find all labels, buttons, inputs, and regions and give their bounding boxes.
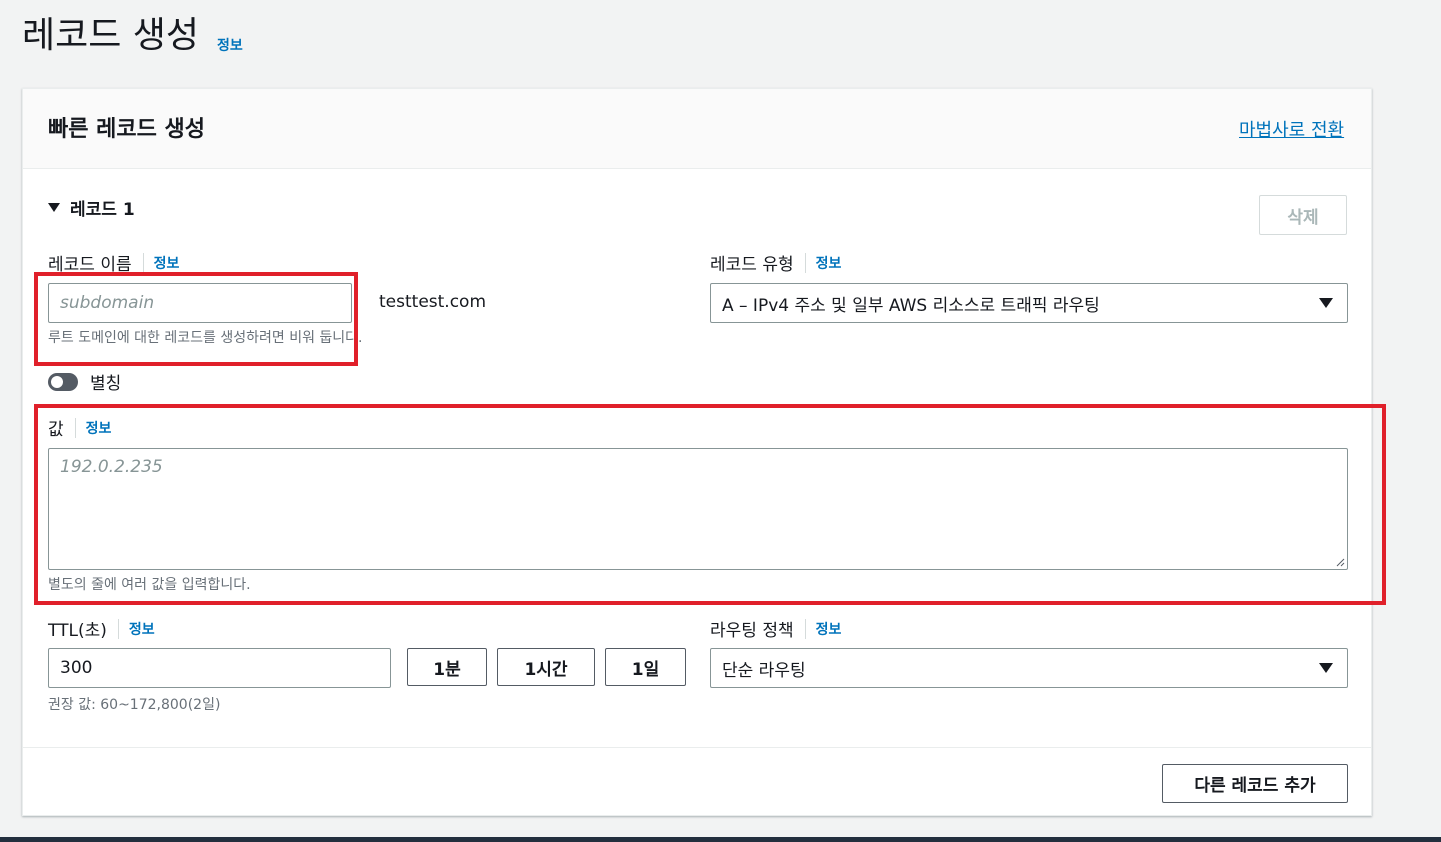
routing-selected: 단순 라우팅 bbox=[722, 660, 806, 681]
record-type-label: 레코드 유형 bbox=[710, 255, 794, 275]
page-info-link[interactable]: 정보 bbox=[217, 35, 243, 55]
highlight-record-name bbox=[34, 272, 358, 366]
alias-toggle-row[interactable]: 별칭 bbox=[48, 369, 121, 394]
routing-label: 라우팅 정책 bbox=[710, 621, 794, 641]
record-type-label-row: 레코드 유형 정보 bbox=[710, 250, 841, 275]
add-another-record-button[interactable]: 다른 레코드 추가 bbox=[1162, 764, 1348, 803]
ttl-preset-1min-button[interactable]: 1분 bbox=[407, 648, 487, 686]
ttl-input[interactable]: 300 bbox=[48, 648, 391, 688]
ttl-label-row: TTL(초) 정보 bbox=[48, 616, 155, 641]
switch-to-wizard-link[interactable]: 마법사로 전환 bbox=[1239, 116, 1344, 142]
footer-divider bbox=[23, 747, 1371, 748]
ttl-info-link[interactable]: 정보 bbox=[129, 619, 155, 639]
dropdown-caret-icon bbox=[1319, 298, 1333, 308]
caret-down-icon bbox=[48, 203, 60, 212]
ttl-value: 300 bbox=[60, 658, 93, 678]
panel-title: 빠른 레코드 생성 bbox=[48, 117, 205, 142]
bottom-bar bbox=[0, 837, 1441, 842]
record-type-select[interactable]: A – IPv4 주소 및 일부 AWS 리소스로 트래픽 라우팅 bbox=[710, 283, 1348, 323]
routing-label-row: 라우팅 정책 정보 bbox=[710, 616, 841, 641]
domain-suffix: testtest.com bbox=[379, 292, 487, 312]
ttl-preset-1hour-button[interactable]: 1시간 bbox=[497, 648, 595, 686]
record-section-title: 레코드 1 bbox=[70, 200, 135, 220]
alias-toggle[interactable] bbox=[48, 372, 78, 391]
highlight-value bbox=[34, 404, 1386, 605]
record-section-toggle[interactable]: 레코드 1 bbox=[48, 195, 135, 220]
record-name-info-link[interactable]: 정보 bbox=[154, 253, 180, 273]
ttl-hint: 권장 값: 60~172,800(2일) bbox=[48, 697, 221, 713]
routing-info-link[interactable]: 정보 bbox=[816, 619, 842, 639]
dropdown-caret-icon bbox=[1319, 663, 1333, 673]
routing-policy-select[interactable]: 단순 라우팅 bbox=[710, 648, 1348, 688]
ttl-label: TTL(초) bbox=[48, 621, 107, 641]
ttl-preset-1day-button[interactable]: 1일 bbox=[605, 648, 686, 686]
alias-label: 별칭 bbox=[90, 374, 122, 394]
page-title: 레코드 생성 bbox=[22, 15, 200, 56]
panel-header: 빠른 레코드 생성 마법사로 전환 bbox=[23, 89, 1371, 169]
delete-record-button[interactable]: 삭제 bbox=[1259, 195, 1347, 235]
record-type-selected: A – IPv4 주소 및 일부 AWS 리소스로 트래픽 라우팅 bbox=[722, 295, 1100, 316]
record-type-info-link[interactable]: 정보 bbox=[816, 253, 842, 273]
